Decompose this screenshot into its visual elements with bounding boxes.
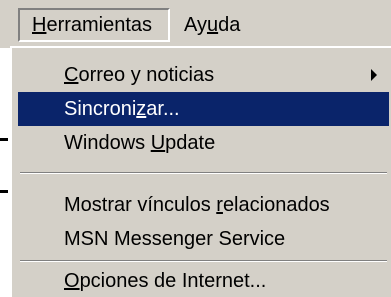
menu-item-msn-messenger-service[interactable]: MSN Messenger Service — [18, 222, 389, 256]
menu-item-label: MSN Messenger Service — [64, 228, 286, 250]
edge-tick — [0, 190, 8, 193]
menu-item-label-pre: Windows — [64, 132, 151, 154]
menu-herramientas-accel: H — [32, 14, 47, 36]
menu-item-sincronizar[interactable]: Sincronizar... — [18, 92, 389, 126]
menu-item-label-post: pdate — [165, 132, 216, 154]
menu-herramientas-label-post: erramientas — [46, 14, 153, 36]
menu-item-accel: U — [150, 132, 166, 154]
menu-item-label-post: pciones de Internet... — [79, 270, 267, 292]
menu-ayuda-label-pre: Ay — [184, 14, 207, 36]
underlying-window-edge — [0, 48, 10, 297]
menu-item-opciones-de-internet[interactable]: Opciones de Internet... — [18, 264, 389, 297]
menu-item-mostrar-vinculos-relacionados[interactable]: Mostrar vínculos relacionados — [18, 188, 389, 222]
menu-item-label-post: orreo y noticias — [78, 64, 215, 86]
menu-separator — [20, 172, 387, 174]
submenu-arrow-icon — [371, 69, 377, 81]
menu-separator — [20, 260, 387, 262]
application-window: Herramientas Ayuda Correo y noticias Sin… — [0, 0, 391, 297]
menu-ayuda[interactable]: Ayuda — [172, 8, 272, 42]
menu-herramientas[interactable]: Herramientas — [18, 8, 170, 42]
menu-item-correo-y-noticias[interactable]: Correo y noticias — [18, 58, 389, 92]
menu-ayuda-accel: u — [206, 14, 219, 36]
menu-item-accel: r — [216, 194, 223, 216]
herramientas-dropdown-menu: Correo y noticias Sincronizar... Windows… — [10, 46, 391, 297]
menu-item-accel: z — [136, 98, 147, 120]
menu-item-label-pre: Mostrar vínculos — [64, 194, 217, 216]
menu-item-windows-update[interactable]: Windows Update — [18, 126, 389, 160]
menu-ayuda-label-post: da — [218, 14, 241, 36]
menu-item-label-post: elacionados — [222, 194, 330, 216]
menu-item-accel: C — [64, 64, 79, 86]
menu-bar: Herramientas Ayuda — [0, 0, 391, 48]
menu-item-label-pre: Sincroni — [64, 98, 137, 120]
menu-item-accel: O — [64, 270, 80, 292]
edge-tick — [0, 138, 8, 141]
menu-item-label-post: ar... — [146, 98, 180, 120]
